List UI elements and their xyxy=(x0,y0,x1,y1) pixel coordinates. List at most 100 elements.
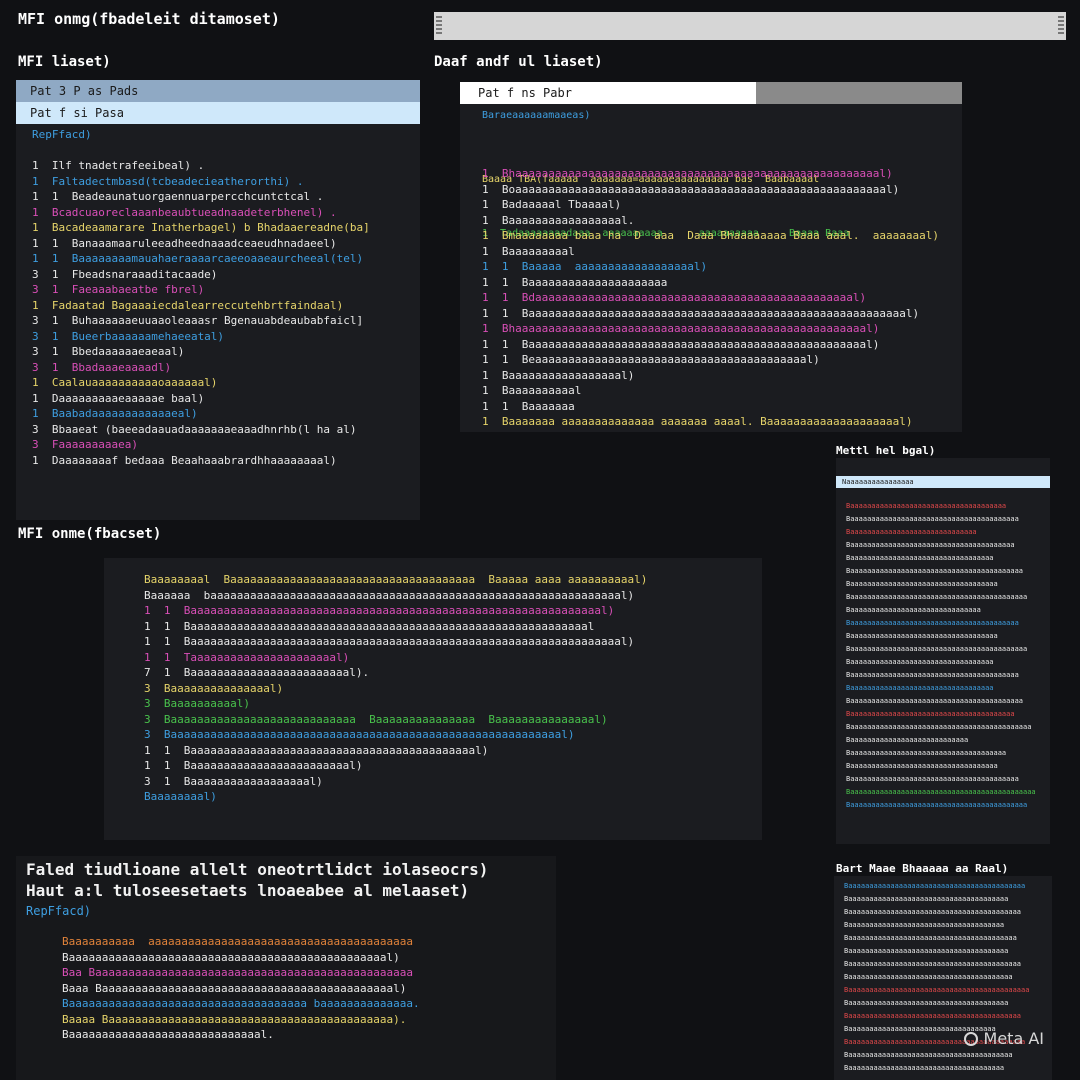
code-line: 3 1 Bbadaaaeaaaadl) xyxy=(32,360,172,374)
code-line: 1 Baaaaaaa aaaaaaaaaaaaaa aaaaaaa aaaal.… xyxy=(482,415,913,428)
code-line: Baaaaaaaaaaaaaaaaaaaaaaaaaaaaaaaaaaaaaaa… xyxy=(846,567,1024,575)
panel-b-row-fill xyxy=(756,82,962,104)
top-search-bar[interactable] xyxy=(434,12,1066,40)
code-line: Baaaaaaaaaaaaaaaaaaaaaaaaaaaaaaaaaaaaaaa… xyxy=(844,1012,1022,1020)
code-line: Baaaaaaaaaaaaaaaaaaaaaaaaaaaaaaaaaaaaaaa… xyxy=(844,934,1017,942)
code-line: 1 1 Banaaamaaruleeadheednaaadceaeudhnada… xyxy=(32,236,337,250)
code-line: Baaaaaaaaaaaaaaaaaaaaaaaaaaaaaaaaaaa xyxy=(846,632,998,640)
code-line: 3 Baaaaaaaaaal) xyxy=(144,697,250,710)
code-line: Baaaaaaaaaaaaaaaaaaaaaaaaaaaaaaaaaaaaaaa… xyxy=(846,775,1019,783)
panel-c-code: Baaaaaaaal Baaaaaaaaaaaaaaaaaaaaaaaaaaaa… xyxy=(144,572,754,805)
panel-b: Pat f ns Pabr Baraeaaaaaamaaeas) Baaaa T… xyxy=(460,82,962,432)
code-line: Baaaaaaaaaaaaaaaaaaaaaaaaaaaaaaaaaaaaaaa… xyxy=(844,960,1022,968)
panel-b-title: Daaf andf ul liaset) xyxy=(434,54,603,70)
code-line: 1 Caalauaaaaaaaaaaoaaaaaal) xyxy=(32,376,218,389)
code-line: 1 Bcadcuaoreclaaanbeaubtueadnaadeterbhen… xyxy=(32,205,337,219)
code-line: 1 1 Baaaaaaaaaaaaaaaaaaaaaaaaaaaaaaaaaaa… xyxy=(482,337,880,351)
panel-d-title-1: Faled tiudlioane allelt oneotrtlidct iol… xyxy=(26,860,489,879)
code-line: 1 Bmaaaaaaaa baaa ha D aaa Daaa Bhaaaaaa… xyxy=(482,229,939,242)
watermark-text: Meta AI xyxy=(983,1029,1044,1048)
panel-d-title-2: Haut a:l tuloseesetaets lnoaeabee al mel… xyxy=(26,881,470,900)
code-line: Baaaaaaaaaaaaaaaaaaaaaaaaaaaaaaaaaaaaaaa… xyxy=(846,723,1032,731)
code-line: 1 Bacadeaamarare Inatherbagel) b Bhadaae… xyxy=(32,221,370,234)
code-line: Baaaaaaaaaaaaaaaaaaaaaaaaaaaaaaaaaaaaaaa xyxy=(846,541,1015,549)
panel-b-subtitle: Baraeaaaaaamaaeas) xyxy=(482,110,591,121)
code-line: Baaaaaaaaaaaaaaaaaaaaaaaaaaaaaaaaaaaaaaa… xyxy=(844,986,1030,994)
panel-a-title: MFI liaset) xyxy=(18,54,111,70)
code-line: Baaaaaaaaaaaaaaaaaaaaaaaaaaaaaaaaaaaaaaa xyxy=(844,1051,1013,1059)
panel-b-code: 1 Bhaaaaaaaaaaaaaaaaaaaaaaaaaaaaaaaaaaaa… xyxy=(482,166,952,430)
watermark: Meta AI xyxy=(963,1029,1044,1048)
code-line: Baaaaaaaaaaaaaaaaaaaaaaaaaaaaaaaaaaaaaa xyxy=(844,895,1009,903)
code-line: 1 Fadaatad Bagaaaiecdalearreccutehbrtfai… xyxy=(32,298,344,312)
panel-c-title: MFI onme(fbacset) xyxy=(18,526,162,542)
mini-panel-2: Baaaaaaaaaaaaaaaaaaaaaaaaaaaaaaaaaaaaaaa… xyxy=(834,876,1052,1080)
mini-1-title: Mettl hel bgal) xyxy=(836,444,936,457)
code-line: Baaaaaaaaaaaaaaaaaaaaaaaaaaaaaaaaaaa xyxy=(846,580,998,588)
code-line: Baa Baaaaaaaaaaaaaaaaaaaaaaaaaaaaaaaaaaa… xyxy=(62,966,413,979)
code-line: 1 1 Baaaaaaaaaaaaaaaaaaaaaaaaaaaaaaaaaaa… xyxy=(144,635,635,648)
code-line: 1 1 Baaaaaaaamauahaeraaaarcaeeoaaeaurche… xyxy=(32,252,364,265)
code-line: 1 Baaaaaaaaal xyxy=(482,244,575,258)
panel-a-subtitle: RepFfacd) xyxy=(32,128,92,141)
code-line: Baaaaaaaaaaaaaaaaaaaaaaaaaaaaaaaaaa xyxy=(846,658,994,666)
bar-grip-icon xyxy=(436,16,442,36)
code-line: Baaaaaaaaaaaaaaaaaaaaaaaaaaaaaaaaaaaaa xyxy=(846,749,1007,757)
code-line: Baaaaaaaaaaaaaaaaaaaaaaaaaaaaaa xyxy=(846,528,977,536)
code-line: 1 1 Baaaaaaaaaaaaaaaaaaaaaaaaaaaaaaaaaaa… xyxy=(144,743,489,757)
mini-1-code: Baaaaaaaaaaaaaaaaaaaaaaaaaaaaaaaaaaaaa Ba… xyxy=(846,500,1046,812)
panel-d-code: Baaaaaaaaaa aaaaaaaaaaaaaaaaaaaaaaaaaaaa… xyxy=(62,934,552,1043)
code-line: Baaaaaaaaaaaaaaaaaaaaaaaaaaaaaaaaaaaaaa xyxy=(844,999,1009,1007)
bar-grip-icon xyxy=(1058,16,1064,36)
panel-a-row-selected[interactable]: Pat 3 P as Pads xyxy=(16,80,420,102)
code-line: Baaaaaaaaaaaaaaaaaaaaaaaaaaaaaaaaaaaaaaa… xyxy=(844,882,1026,890)
code-line: Baaaaaaaal) xyxy=(144,790,217,803)
code-line: 1 Badaaaaal Tbaaaal) xyxy=(482,198,622,211)
code-line: 7 1 Baaaaaaaaaaaaaaaaaaaaaaaal). xyxy=(144,666,370,679)
panel-a-code: 1 Ilf tnadetrafeeibeal) . 1 Faltadectmbas… xyxy=(32,158,420,468)
code-line: Baaaaaaaaaaaaaaaaaaaaaaaaaaaaaaaaaaaaaaa… xyxy=(846,619,1019,627)
code-line: 3 1 Buhaaaaaaeuuaaoleaaasr Bgenauabdeaub… xyxy=(32,314,364,327)
code-line: 3 1 Bbedaaaaaaeaeaal) xyxy=(32,345,185,358)
code-line: 1 Boaaaaaaaaaaaaaaaaaaaaaaaaaaaaaaaaaaaa… xyxy=(482,182,900,196)
top-heading: MFI onmg(fbadeleit ditamoset) xyxy=(18,10,280,28)
code-line: Baaaaaaaaaaaaaaaaaaaaaaaaaaaaaaaaaaaaa xyxy=(844,921,1005,929)
code-line: 3 Baaaaaaaaaaaaaaaaaaaaaaaaaaaaaaaaaaaaa… xyxy=(144,728,575,741)
code-line: Baaaaaaaaaaaaaaaaaaaaaaaaaaaaaaaaaaaa ba… xyxy=(62,997,420,1010)
code-line: Baaaaaaaaaaaaaaaaaaaaaaaaaaaaaaaaaa xyxy=(846,554,994,562)
code-line: Baaaaaaaaaaaaaaaaaaaaaaaaaaaa xyxy=(846,736,969,744)
panel-a-row-highlight[interactable]: Pat f si Pasa xyxy=(16,102,420,124)
code-line: Baaaaaaaaaa aaaaaaaaaaaaaaaaaaaaaaaaaaaa… xyxy=(62,935,413,948)
code-line: 1 Baaaaaaaaaaaaaaaaal) xyxy=(482,368,635,382)
code-line: Baaaaaaaaaaaaaaaaaaaaaaaaaaaaaaaaaaaaaaa… xyxy=(846,593,1028,601)
code-line: 1 1 Baaaaaaaaaaaaaaaaaaaaaaaaaaaaaaaaaaa… xyxy=(144,604,615,617)
code-line: 3 Baaaaaaaaaaaaaaaaaaaaaaaaaaaa Baaaaaaa… xyxy=(144,712,608,726)
code-line: Baaaaaaaaaaaaaaaaaaaaaaaaaaaaaaaaaaaaaaa… xyxy=(846,801,1028,809)
panel-b-row-selected[interactable]: Pat f ns Pabr xyxy=(460,82,756,104)
code-line: 1 Bhaaaaaaaaaaaaaaaaaaaaaaaaaaaaaaaaaaaa… xyxy=(482,322,880,335)
code-line: 3 1 Baaaaaaaaaaaaaaaaaal) xyxy=(144,774,323,788)
mini-panel-1: Naaaaaaaaaaaaaaaa Baaaaaaaaaaaaaaaaaaaaa… xyxy=(836,458,1050,844)
panel-d: Faled tiudlioane allelt oneotrtlidct iol… xyxy=(16,856,556,1080)
code-line: 1 1 Beaaaaaaaaaaaaaaaaaaaaaaaaaaaaaaaaaa… xyxy=(482,353,820,366)
code-line: 1 Daaaaaaaaaeaaaaae baal) xyxy=(32,391,205,405)
panel-a: Pat 3 P as Pads Pat f si Pasa RepFfacd) … xyxy=(16,80,420,520)
meta-ring-icon xyxy=(963,1031,978,1046)
code-line: 1 Daaaaaaaaf bedaaa Beaahaaabrardhhaaaaa… xyxy=(32,453,337,467)
code-line: Baaaaaaaaaaaaaaaaaaaaaaaaaaaaaaaaaaaaaaa… xyxy=(62,950,400,964)
code-line: 1 1 Taaaaaaaaaaaaaaaaaaaaaal) xyxy=(144,650,350,664)
code-line: 1 1 Baaaaaaa xyxy=(482,399,575,413)
code-line: Baaaaaaaaaaaaaaaaaaaaaaaaaaaaaaaaaaaaaaa… xyxy=(846,788,1036,796)
code-line: 1 Faltadectmbasd(tcbeadecieatherorthi) . xyxy=(32,174,304,188)
code-line: 1 Baabadaaaaaaaaaaaaeal) xyxy=(32,407,198,420)
code-line: Baaaaaaaaaaaaaaaaaaaaaaaaaaaaaaaaaaaaaaa… xyxy=(846,515,1019,523)
code-line: 1 Baaaaaaaaaal xyxy=(482,384,582,397)
code-line: Baaaaaaaaaaaaaaaaaaaaaaaaaaaaaaaaaaaaaaa xyxy=(844,973,1013,981)
code-line: Baaaaaaaaaaaaaaaaaaaaaaaaaaaaal. xyxy=(62,1028,274,1041)
mini-1-row-selected[interactable]: Naaaaaaaaaaaaaaaa xyxy=(836,476,1050,488)
code-line: 3 1 Bueerbaaaaaamehaeeatal) xyxy=(32,329,225,343)
code-line: Baaaaaaaaaaaaaaaaaaaaaaaaaaaaaaaaaaaaaaa… xyxy=(844,908,1022,916)
code-line: Baaaaaaaaaaaaaaaaaaaaaaaaaaaaaaaaaaaaa xyxy=(846,502,1007,510)
code-line: Baaa Baaaaaaaaaaaaaaaaaaaaaaaaaaaaaaaaaa… xyxy=(62,981,407,995)
code-line: 1 1 Baaaaa aaaaaaaaaaaaaaaaaal) xyxy=(482,260,708,273)
